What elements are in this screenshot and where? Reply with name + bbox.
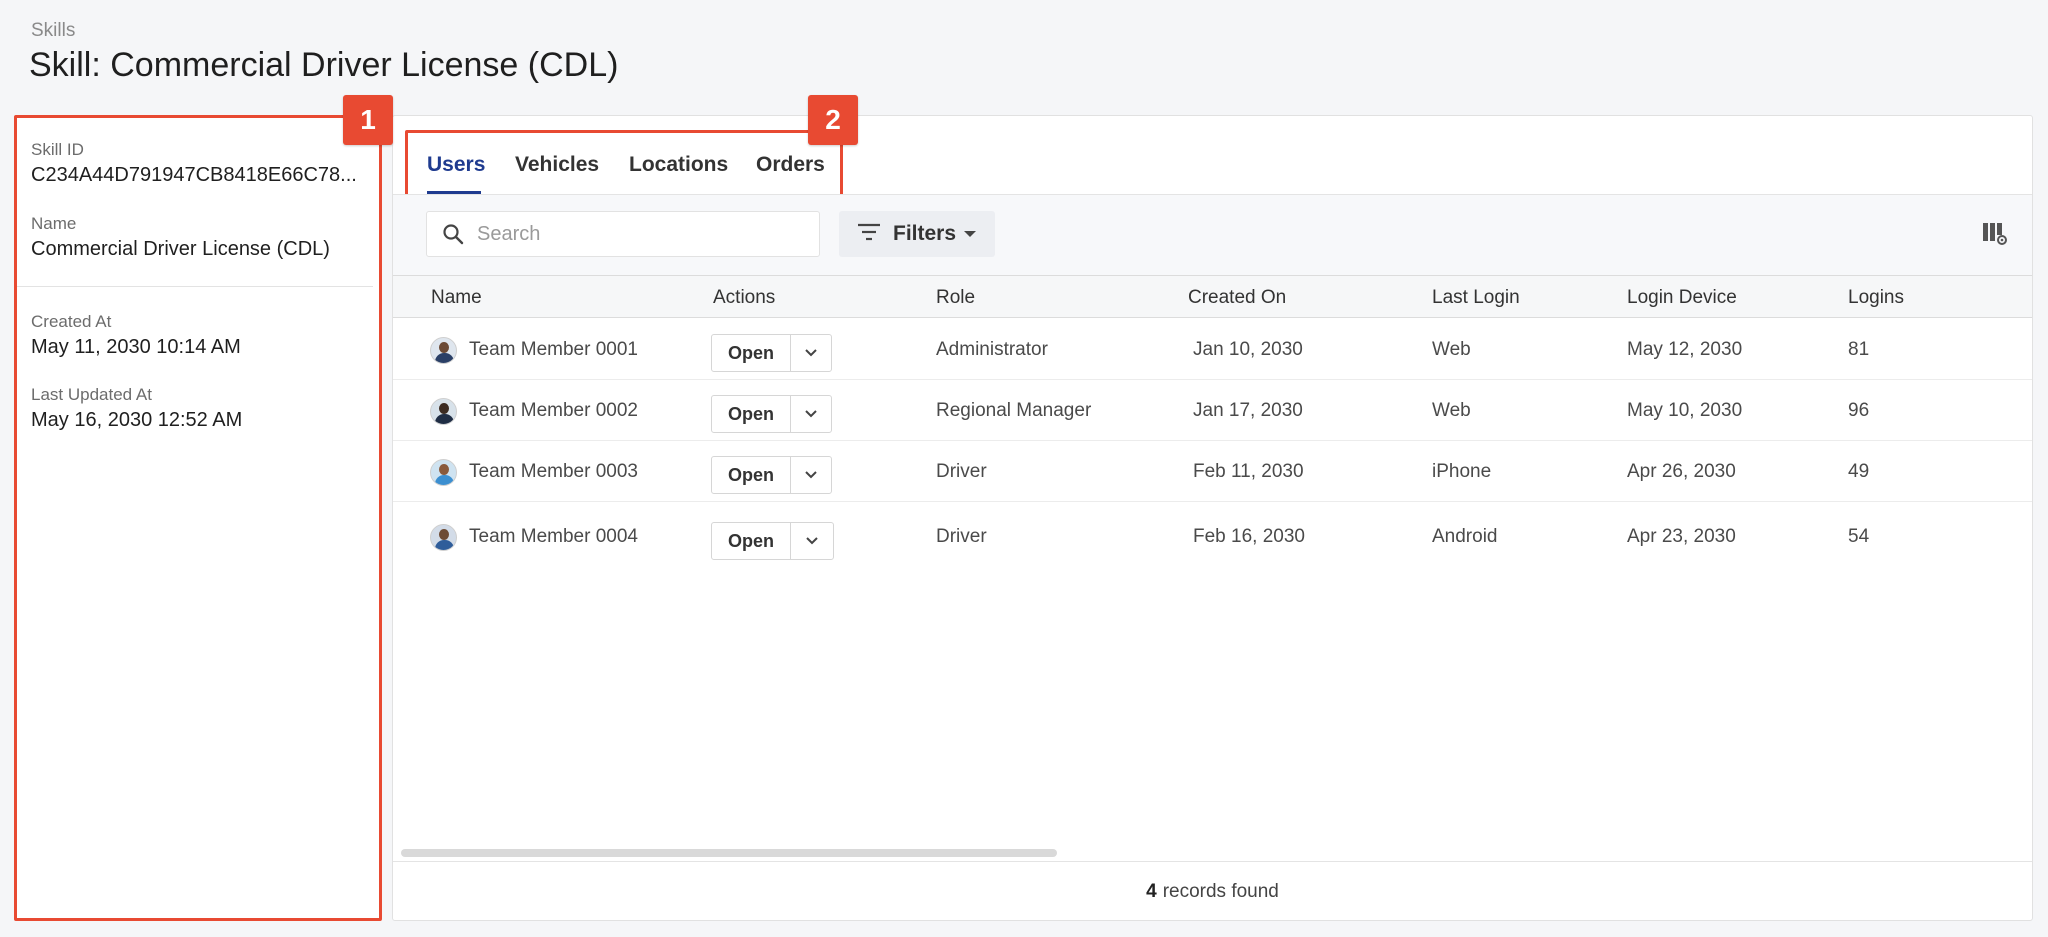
skill-details-panel: Skill ID C234A44D791947CB8418E66C78... N… [14,115,382,921]
user-role: Regional Manager [936,400,1092,421]
open-split-button: Open [711,334,832,372]
open-button[interactable]: Open [712,523,791,559]
created-on: Jan 10, 2030 [1193,339,1303,360]
login-device: May 10, 2030 [1627,400,1743,421]
chevron-down-icon [805,410,817,418]
login-device: Apr 23, 2030 [1627,526,1736,547]
skill-name-label: Name [31,214,77,233]
last-login: Web [1432,400,1471,421]
column-header-name[interactable]: Name [431,287,482,309]
skill-id-label: Skill ID [31,140,84,159]
tab-vehicles[interactable]: Vehicles [515,153,599,177]
logins-count: 81 [1848,339,1870,360]
open-menu-dropdown[interactable] [791,396,831,432]
last-login: Web [1432,339,1471,360]
callout-badge-1: 1 [343,95,393,145]
search-icon [441,222,465,251]
skill-name-value: Commercial Driver License (CDL) [31,238,330,260]
logins-count: 54 [1848,526,1870,547]
records-count: 4 [1146,880,1157,902]
chevron-down-icon [806,537,818,545]
tab-users[interactable]: Users [427,153,485,177]
column-header-role[interactable]: Role [936,287,975,309]
created-at-value: May 11, 2030 10:14 AM [31,336,241,358]
skill-id-value: C234A44D791947CB8418E66C78... [31,164,357,186]
login-device: Apr 26, 2030 [1627,461,1736,482]
records-footer: 4 records found [393,861,2032,921]
column-header-last-login[interactable]: Last Login [1432,287,1520,309]
records-found-text: records found [1162,880,1279,902]
created-on: Feb 11, 2030 [1193,461,1304,482]
open-menu-dropdown[interactable] [791,335,831,371]
table-row[interactable]: Team Member 0001 Open Administrator Jan … [393,319,2032,380]
login-device: May 12, 2030 [1627,339,1743,360]
table-row[interactable]: Team Member 0004 Open Driver Feb 16, 203… [393,502,2032,572]
open-button[interactable]: Open [712,396,791,432]
open-button[interactable]: Open [712,335,791,371]
user-name[interactable]: Team Member 0003 [469,461,638,483]
updated-at-value: May 16, 2030 12:52 AM [31,409,243,431]
avatar [430,398,457,425]
user-name[interactable]: Team Member 0004 [469,526,638,548]
table-row[interactable]: Team Member 0002 Open Regional Manager J… [393,380,2032,441]
filters-label: Filters [893,222,957,245]
chevron-down-icon [964,231,977,237]
column-header-logins[interactable]: Logins [1848,287,1904,309]
open-split-button: Open [711,395,832,433]
column-settings-icon[interactable] [1982,222,2008,251]
horizontal-scrollbar[interactable] [401,849,1057,857]
open-split-button: Open [711,456,832,494]
chevron-down-icon [805,471,817,479]
updated-at-label: Last Updated At [31,385,152,404]
avatar [430,524,457,551]
created-at-label: Created At [31,312,112,331]
breadcrumb[interactable]: Skills [31,20,75,42]
last-login: Android [1432,526,1498,547]
skill-id-field: Skill ID C234A44D791947CB8418E66C78... [31,140,371,187]
chevron-down-icon [805,349,817,357]
user-name[interactable]: Team Member 0002 [469,400,638,422]
filters-button[interactable]: Filters [839,211,995,257]
table-header: Name Actions Role Created On Last Login … [393,275,2032,318]
created-at-field: Created At May 11, 2030 10:14 AM [31,312,371,359]
created-on: Jan 17, 2030 [1193,400,1303,421]
logins-count: 96 [1848,400,1870,421]
open-split-button: Open [711,522,834,560]
column-header-actions: Actions [713,287,776,308]
last-login: iPhone [1432,461,1492,482]
open-button[interactable]: Open [712,457,791,493]
avatar [430,337,457,364]
updated-at-field: Last Updated At May 16, 2030 12:52 AM [31,385,371,432]
user-name[interactable]: Team Member 0001 [469,339,638,361]
table-row[interactable]: Team Member 0003 Open Driver Feb 11, 203… [393,441,2032,502]
search-input[interactable] [477,212,807,256]
open-menu-dropdown[interactable] [791,523,833,559]
created-on: Feb 16, 2030 [1193,526,1305,547]
search-box[interactable] [426,211,820,257]
avatar [430,459,457,486]
callout-badge-2: 2 [808,95,858,145]
skill-name-field: Name Commercial Driver License (CDL) [31,214,371,261]
open-menu-dropdown[interactable] [791,457,831,493]
column-header-created-on[interactable]: Created On [1188,287,1286,309]
related-records-panel: Users Vehicles Locations Orders Filters … [392,115,2033,921]
tab-orders[interactable]: Orders [756,153,825,177]
logins-count: 49 [1848,461,1870,482]
user-role: Administrator [936,339,1048,360]
column-header-login-device[interactable]: Login Device [1627,287,1737,309]
filter-icon [857,223,881,246]
details-divider [17,286,373,287]
user-role: Driver [936,461,987,482]
user-role: Driver [936,526,987,547]
page-title: Skill: Commercial Driver License (CDL) [29,46,619,84]
tab-locations[interactable]: Locations [629,153,728,177]
